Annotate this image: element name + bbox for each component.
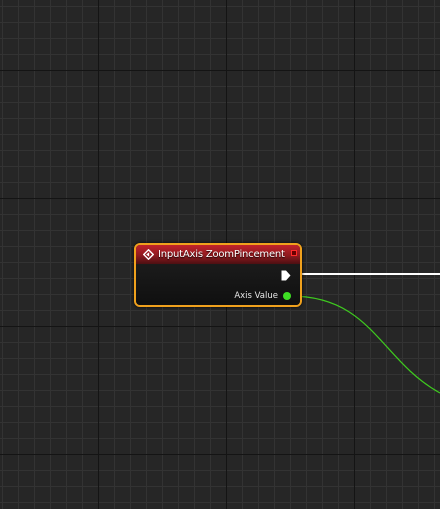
axis-value-output-row[interactable]: Axis Value [234, 291, 291, 301]
exec-output-pin-icon[interactable] [281, 270, 291, 281]
node-header[interactable]: InputAxis ZoomPincement [136, 245, 300, 264]
event-diamond-icon [143, 249, 154, 260]
delegate-pin-icon[interactable] [291, 250, 297, 256]
node-body: Axis Value [136, 264, 300, 305]
input-axis-event-node[interactable]: InputAxis ZoomPincement Axis Value [134, 243, 302, 307]
axis-value-pin-icon[interactable] [283, 292, 291, 300]
axis-value-label: Axis Value [234, 291, 278, 301]
node-title: InputAxis ZoomPincement [158, 249, 285, 260]
axis-value-wire[interactable] [289, 295, 440, 394]
